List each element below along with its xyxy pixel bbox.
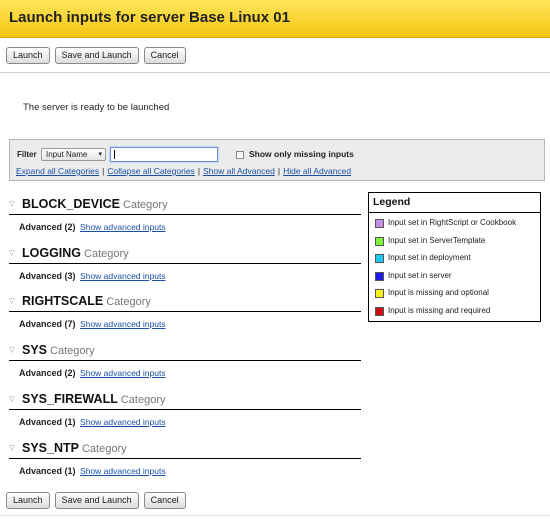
filter-field-select[interactable]: Input Name ▾ — [41, 148, 106, 161]
filter-panel: Filter Input Name ▾ Show only missing in… — [9, 139, 545, 181]
category-header[interactable]: ▽ SYS Category — [9, 341, 361, 361]
top-button-row: Launch Save and Launch Cancel — [6, 47, 186, 64]
legend-item-label: Input set in ServerTemplate — [388, 236, 486, 245]
triangle-down-icon[interactable]: ▽ — [9, 346, 14, 354]
triangle-down-icon[interactable]: ▽ — [9, 297, 14, 305]
advanced-label: Advanced — [19, 466, 63, 476]
show-advanced-link[interactable]: Show advanced inputs — [80, 271, 166, 281]
divider — [0, 515, 550, 516]
category-name: LOGGING Category — [22, 246, 129, 260]
cancel-button[interactable]: Cancel — [143, 492, 186, 509]
filter-field-value: Input Name — [46, 150, 88, 159]
triangle-down-icon[interactable]: ▽ — [9, 200, 14, 208]
advanced-count: (2) — [64, 222, 76, 232]
advanced-row: Advanced (2) Show advanced inputs — [19, 368, 166, 378]
category-header[interactable]: ▽ BLOCK_DEVICE Category — [9, 195, 361, 215]
legend-item-label: Input set in RightScript or Cookbook — [388, 218, 517, 227]
legend-item-label: Input is missing and optional — [388, 288, 489, 297]
category-sys-ntp: ▽ SYS_NTP Category Advanced (1) Show adva… — [9, 439, 361, 476]
category-header[interactable]: ▽ SYS_NTP Category — [9, 439, 361, 459]
category-header[interactable]: ▽ RIGHTSCALE Category — [9, 292, 361, 312]
filter-label: Filter — [17, 150, 37, 159]
advanced-label: Advanced — [19, 417, 63, 427]
show-advanced-link[interactable]: Show advanced inputs — [80, 222, 166, 232]
advanced-count: (1) — [64, 417, 76, 427]
title-bar: Launch inputs for server Base Linux 01 — [0, 0, 550, 38]
filter-input[interactable] — [110, 147, 218, 162]
legend-item-label: Input is missing and required — [388, 306, 491, 315]
category-header[interactable]: ▽ LOGGING Category — [9, 244, 361, 264]
launch-button[interactable]: Launch — [6, 492, 50, 509]
show-advanced-link[interactable]: Show advanced inputs — [80, 319, 166, 329]
advanced-row: Advanced (1) Show advanced inputs — [19, 466, 166, 476]
category-sys: ▽ SYS Category Advanced (2) Show advanced… — [9, 341, 361, 378]
expand-all-link[interactable]: Expand all Categories — [16, 166, 99, 176]
advanced-row: Advanced (3) Show advanced inputs — [19, 271, 166, 281]
hide-all-advanced-link[interactable]: Hide all Advanced — [283, 166, 351, 176]
legend-item-label: Input set in server — [388, 271, 452, 280]
color-swatch — [375, 237, 384, 246]
show-advanced-link[interactable]: Show advanced inputs — [80, 417, 166, 427]
color-swatch — [375, 219, 384, 228]
show-advanced-link[interactable]: Show advanced inputs — [80, 368, 166, 378]
category-block-device: ▽ BLOCK_DEVICE Category Advanced (2) Show… — [9, 195, 361, 232]
save-and-launch-button[interactable]: Save and Launch — [54, 492, 139, 509]
legend-item-label: Input set in deployment — [388, 253, 471, 262]
chevron-down-icon: ▾ — [98, 151, 102, 158]
status-message: The server is ready to be launched — [23, 102, 170, 113]
category-sys-firewall: ▽ SYS_FIREWALL Category Advanced (1) Show… — [9, 390, 361, 427]
cancel-button[interactable]: Cancel — [143, 47, 186, 64]
advanced-label: Advanced — [19, 319, 63, 329]
category-suffix: Category — [81, 443, 127, 455]
advanced-count: (7) — [64, 319, 76, 329]
category-suffix: Category — [120, 394, 166, 406]
legend-panel: Legend Input set in RightScript or Cookb… — [368, 192, 541, 322]
filter-links: Expand all Categories | Collapse all Categ… — [16, 166, 352, 176]
advanced-label: Advanced — [19, 222, 63, 232]
color-swatch — [375, 307, 384, 316]
collapse-all-link[interactable]: Collapse all Categories — [107, 166, 194, 176]
category-suffix: Category — [122, 199, 168, 211]
launch-button[interactable]: Launch — [6, 47, 50, 64]
page-title: Launch inputs for server Base Linux 01 — [9, 9, 290, 26]
legend-title: Legend — [373, 196, 411, 208]
category-suffix: Category — [106, 296, 151, 308]
advanced-label: Advanced — [19, 368, 63, 378]
category-suffix: Category — [50, 345, 95, 357]
legend-divider — [369, 212, 540, 213]
category-name: RIGHTSCALE Category — [22, 294, 151, 308]
color-swatch — [375, 272, 384, 281]
color-swatch — [375, 254, 384, 263]
show-advanced-link[interactable]: Show advanced inputs — [80, 466, 166, 476]
category-name: BLOCK_DEVICE Category — [22, 197, 168, 211]
advanced-row: Advanced (2) Show advanced inputs — [19, 222, 166, 232]
category-name: SYS_FIREWALL Category — [22, 392, 166, 406]
triangle-down-icon[interactable]: ▽ — [9, 444, 14, 452]
show-missing-label: Show only missing inputs — [249, 149, 354, 159]
save-and-launch-button[interactable]: Save and Launch — [54, 47, 139, 64]
advanced-count: (2) — [64, 368, 76, 378]
triangle-down-icon[interactable]: ▽ — [9, 395, 14, 403]
text-cursor — [114, 150, 115, 159]
advanced-count: (3) — [64, 271, 76, 281]
advanced-count: (1) — [64, 466, 76, 476]
category-name: SYS Category — [22, 343, 95, 357]
triangle-down-icon[interactable]: ▽ — [9, 249, 14, 257]
bottom-button-row: Launch Save and Launch Cancel — [6, 492, 186, 509]
category-header[interactable]: ▽ SYS_FIREWALL Category — [9, 390, 361, 410]
advanced-label: Advanced — [19, 271, 63, 281]
advanced-row: Advanced (1) Show advanced inputs — [19, 417, 166, 427]
category-logging: ▽ LOGGING Category Advanced (3) Show adva… — [9, 244, 361, 281]
category-name: SYS_NTP Category — [22, 441, 127, 455]
advanced-row: Advanced (7) Show advanced inputs — [19, 319, 166, 329]
show-all-advanced-link[interactable]: Show all Advanced — [203, 166, 275, 176]
show-missing-checkbox[interactable] — [236, 151, 244, 159]
divider — [0, 72, 550, 73]
category-suffix: Category — [84, 248, 129, 260]
category-rightscale: ▽ RIGHTSCALE Category Advanced (7) Show a… — [9, 292, 361, 329]
color-swatch — [375, 289, 384, 298]
